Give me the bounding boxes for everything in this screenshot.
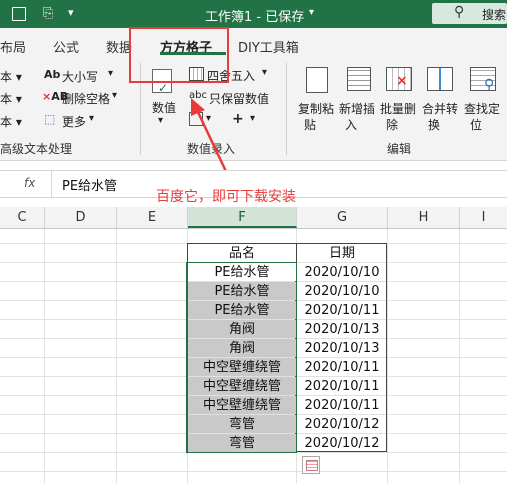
table-cell-date[interactable]: 2020/10/12 [297, 415, 387, 433]
quick-analysis-icon[interactable] [302, 456, 320, 474]
title-bar: ⎘ ▾ 工作簿1 - 已保存 ▾ ⚲ 搜索 [0, 0, 507, 28]
formula-separator [51, 171, 52, 197]
table-cell-date[interactable]: 2020/10/11 [297, 301, 387, 319]
table-cell-name[interactable]: 中空壁缠绕管 [188, 377, 296, 395]
find-locate-button-line1[interactable]: 查找定 [464, 100, 500, 117]
table-cell-date[interactable]: 2020/10/11 [297, 377, 387, 395]
find-locate-button-line2[interactable]: 位 [470, 116, 482, 133]
table-cell-name[interactable]: PE给水管 [188, 301, 296, 319]
search-box[interactable]: ⚲ 搜索 [432, 3, 507, 24]
column-header-g[interactable]: G [297, 207, 388, 228]
quick-access-dropdown-icon[interactable]: ▾ [68, 6, 74, 19]
table-cell-name[interactable]: 弯管 [188, 415, 296, 433]
case-button[interactable]: 大小写 [62, 68, 98, 85]
remove-spaces-button[interactable]: 删除空格 [62, 90, 110, 107]
table-cell-date[interactable]: 2020/10/13 [297, 320, 387, 338]
ribbon-partial-dropdown-3[interactable]: 本 ▾ [0, 113, 22, 130]
highlight-box [129, 27, 229, 83]
annotation-text: 百度它，即可下载安装 [156, 189, 296, 205]
table-cell-name[interactable]: 弯管 [188, 434, 296, 452]
tab-diy-toolbox[interactable]: DIY工具箱 [238, 37, 299, 56]
column-header-f[interactable]: F [188, 207, 297, 228]
fx-icon[interactable]: fx [24, 176, 35, 190]
numeric-dropdown-icon[interactable]: ▾ [158, 115, 163, 126]
table-cell-name[interactable]: PE给水管 [188, 282, 296, 300]
batch-delete-button-line2[interactable]: 除 [386, 116, 398, 133]
table-cell-date[interactable]: 2020/10/11 [297, 396, 387, 414]
merge-convert-button-line1[interactable]: 合并转 [422, 100, 458, 117]
formula-input[interactable]: PE给水管 [62, 175, 117, 194]
table-header-date[interactable]: 日期 [297, 244, 387, 262]
delete-x-icon: × [396, 73, 408, 89]
tab-formulas[interactable]: 公式 [53, 37, 79, 56]
numeric-check-icon: ✓ [158, 81, 169, 95]
table-cell-name[interactable]: 中空壁缠绕管 [188, 396, 296, 414]
table-cell-date[interactable]: 2020/10/11 [297, 358, 387, 376]
search-label: 搜索 [482, 8, 507, 22]
column-headers: C D E F G H I [0, 207, 507, 229]
table-cell-date[interactable]: 2020/10/12 [297, 434, 387, 452]
table-cell-name[interactable]: 角阀 [188, 320, 296, 338]
tab-layout[interactable]: 布局 [0, 37, 26, 56]
copy-paste-button-line2[interactable]: 贴 [304, 116, 316, 133]
column-header-h[interactable]: H [388, 207, 460, 228]
group-label-advanced-text: 高级文本处理 [0, 142, 73, 156]
merge-convert-button-line2[interactable]: 换 [428, 116, 440, 133]
insert-icon [347, 67, 371, 91]
merge-convert-icon [427, 67, 453, 91]
undo-icon[interactable]: ⎘ [43, 6, 53, 21]
magnifier-icon: ⚲ [484, 77, 495, 93]
table-cell-name[interactable]: 角阀 [188, 339, 296, 357]
plus-dropdown-icon[interactable]: ▾ [250, 113, 255, 124]
insert-button-line1[interactable]: 新增插 [339, 100, 375, 117]
remove-spaces-dropdown-icon[interactable]: ▾ [112, 90, 117, 101]
batch-delete-button-line1[interactable]: 批量删 [380, 100, 416, 117]
case-dropdown-icon[interactable]: ▾ [108, 68, 113, 79]
ribbon-partial-dropdown-2[interactable]: 本 ▾ [0, 90, 22, 107]
more-icon: ⬚ [44, 112, 56, 126]
round-dropdown-icon[interactable]: ▾ [262, 67, 267, 78]
search-icon: ⚲ [454, 4, 465, 20]
column-header-c[interactable]: C [0, 207, 45, 228]
table-cell-date[interactable]: 2020/10/10 [297, 263, 387, 281]
table-cell-name[interactable]: 中空壁缠绕管 [188, 358, 296, 376]
copy-paste-button-line1[interactable]: 复制粘 [298, 100, 334, 117]
insert-button-line2[interactable]: 入 [345, 116, 357, 133]
case-icon: Ab [44, 68, 61, 81]
table-header-name[interactable]: 品名 [188, 244, 296, 262]
ribbon-partial-dropdown-1[interactable]: 本 ▾ [0, 68, 22, 85]
table-cell-date[interactable]: 2020/10/13 [297, 339, 387, 357]
more-button[interactable]: 更多 [62, 113, 86, 130]
title-dropdown-icon[interactable]: ▾ [309, 7, 314, 18]
more-dropdown-icon[interactable]: ▾ [89, 113, 94, 124]
numeric-button[interactable]: 数值 [152, 99, 176, 116]
save-icon[interactable] [12, 7, 26, 21]
column-header-i[interactable]: I [460, 207, 507, 228]
copy-paste-icon [306, 67, 328, 93]
ribbon-tabs: 布局 公式 数据 方方格子 DIY工具箱 [0, 28, 507, 59]
table-cell-name[interactable]: PE给水管 [188, 263, 296, 281]
ribbon-separator [286, 63, 287, 155]
column-header-d[interactable]: D [45, 207, 117, 228]
table-cell-date[interactable]: 2020/10/10 [297, 282, 387, 300]
document-title: 工作簿1 - 已保存 [205, 10, 305, 25]
column-header-e[interactable]: E [117, 207, 188, 228]
ribbon: 本 ▾ 本 ▾ 本 ▾ Ab 大小写 ▾ ×AB 删除空格 ▾ ⬚ 更多 ▾ 高… [0, 59, 507, 161]
group-label-edit: 编辑 [387, 142, 412, 156]
